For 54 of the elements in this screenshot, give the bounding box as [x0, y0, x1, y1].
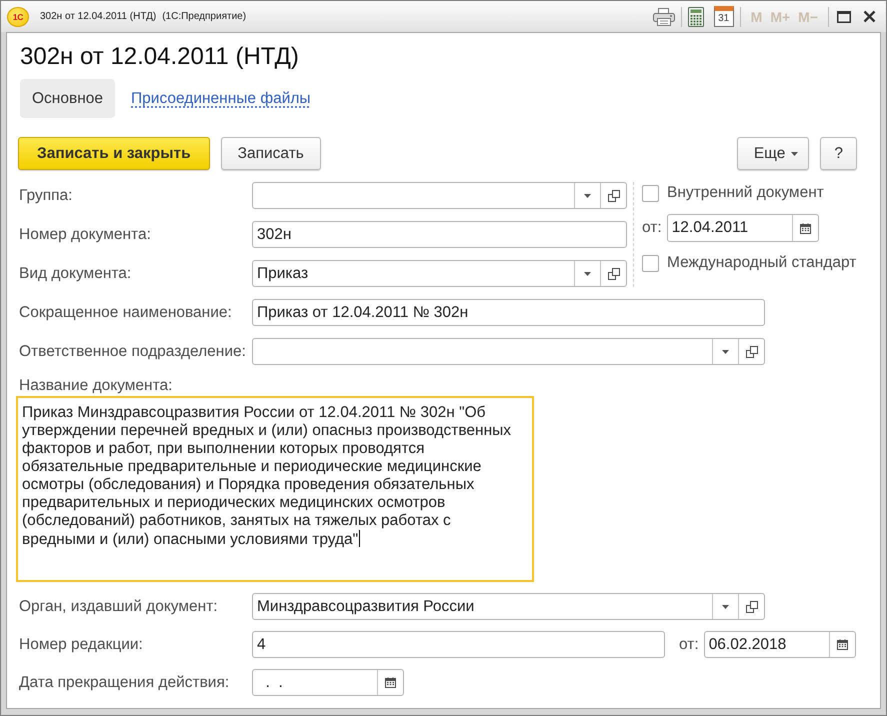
caret-icon: [722, 350, 729, 354]
help-button[interactable]: ?: [820, 137, 857, 170]
document-name-field[interactable]: Приказ Минздравсоцразвития России от 12.04.2011 № 302н "Об утверждении перечней вредных и (или) опасныз производственных факторов и работ, при выполнении которых проводятся обязательные предварительные и периодические медицинские осмотры (обследования) и Порядка проведения обязательных предварительных и периодических медицинских осмотров (обследований) работников, занятых на тяжелых работах с вредными и (или) опасными условиями труда": [16, 396, 534, 582]
field-label: Номер редакции:: [18, 636, 144, 654]
department-field[interactable]: [252, 338, 765, 365]
calendar-icon: [836, 639, 848, 650]
calendar-icon: [385, 677, 396, 688]
text-cursor: [359, 530, 360, 547]
field-label: Номер документа:: [18, 226, 152, 244]
field-label: Название документа:: [19, 377, 172, 395]
group-field[interactable]: [252, 182, 627, 209]
checkbox-label[interactable]: Внутренний документ: [667, 184, 824, 202]
caret-icon: [584, 272, 591, 276]
save-and-close-button[interactable]: Записать и закрыть: [18, 137, 210, 170]
checkbox[interactable]: [642, 254, 659, 272]
checkbox-label[interactable]: Международный стандарт: [667, 254, 856, 272]
overlapped-squares-icon: [746, 600, 758, 612]
date-label: от:: [642, 219, 662, 237]
short-name-field[interactable]: Приказ от 12.04.2011 № 302н: [252, 299, 765, 326]
field-label: Сокращенное наименование:: [18, 304, 233, 322]
maximize-icon[interactable]: [837, 10, 851, 22]
field-label: Ответственное подразделение:: [18, 342, 247, 360]
app-logo: 1С: [7, 6, 29, 26]
close-icon[interactable]: [863, 10, 876, 23]
document-date-field[interactable]: 12.04.2011: [666, 214, 819, 242]
calculator-icon[interactable]: [688, 6, 704, 26]
save-button[interactable]: Записать: [220, 137, 321, 170]
overlapped-squares-icon: [608, 268, 620, 280]
issuer-field[interactable]: Минздравсоцразвития России: [252, 593, 765, 620]
calendar-icon: [800, 222, 811, 234]
revision-number-field[interactable]: 4: [252, 631, 665, 658]
field-label: Дата прекращения действия:: [18, 674, 230, 692]
window-title: 302н от 12.04.2011 (НТД): [40, 11, 156, 22]
form-title: 302н от 12.04.2011 (НТД): [20, 42, 299, 72]
end-date-field[interactable]: . .: [252, 669, 404, 696]
tab[interactable]: Основное: [20, 79, 116, 118]
overlapped-squares-icon: [608, 190, 620, 202]
date-label: от:: [679, 636, 699, 654]
more-menu-button[interactable]: Еще: [736, 137, 810, 170]
document-type-field[interactable]: Приказ: [252, 260, 627, 287]
document-number-field[interactable]: 302н: [252, 221, 627, 248]
overlapped-squares-icon: [746, 346, 758, 358]
field-label: Группа:: [18, 186, 74, 204]
revision-date-field[interactable]: 06.02.2018: [704, 631, 856, 658]
field-label: Орган, издавший документ:: [18, 598, 219, 616]
field-label: Вид документа:: [18, 264, 132, 282]
tab[interactable]: Присоединенные файлы: [131, 79, 311, 118]
calendar-button[interactable]: 31: [714, 6, 734, 26]
app-name: (1С:Предприятие): [162, 11, 246, 22]
caret-icon: [584, 194, 591, 198]
checkbox[interactable]: [642, 184, 659, 202]
caret-icon: [791, 152, 798, 156]
printer-icon[interactable]: [652, 8, 675, 26]
caret-icon: [722, 604, 729, 608]
